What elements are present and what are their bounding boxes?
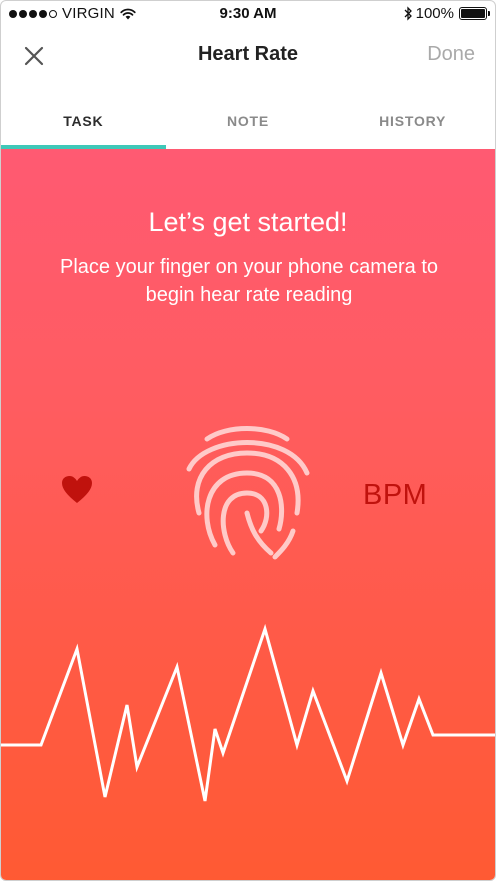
tab-note[interactable]: NOTE — [166, 97, 331, 149]
page-title: Heart Rate — [197, 43, 299, 65]
fingerprint-icon[interactable] — [175, 417, 319, 563]
tab-task[interactable]: TASK — [1, 97, 166, 149]
battery-icon — [459, 7, 490, 20]
bluetooth-icon — [404, 6, 412, 21]
battery-percent: 100% — [415, 5, 454, 22]
tab-history[interactable]: HISTORY — [330, 97, 495, 149]
instruction-text: Place your finger on your phone camera t… — [60, 256, 438, 306]
bpm-label: BPM — [363, 479, 428, 511]
done-button[interactable]: Done — [427, 43, 475, 66]
status-bar: VIRGIN 9:30 AM 100% — [1, 1, 495, 29]
navigation-bar: Heart Rate Done — [1, 29, 495, 85]
headline: Let’s get started! — [148, 207, 348, 237]
status-right: 100% — [403, 5, 490, 22]
pulse-waveform — [1, 623, 495, 802]
tab-bar: TASK NOTE HISTORY — [1, 97, 495, 149]
heart-icon — [62, 476, 92, 503]
battery-fill — [461, 9, 485, 18]
heart-rate-panel: Let’s get started! Place your finger on … — [1, 149, 495, 880]
phone-screen: VIRGIN 9:30 AM 100% Heart Rate Done TASK… — [0, 0, 496, 881]
